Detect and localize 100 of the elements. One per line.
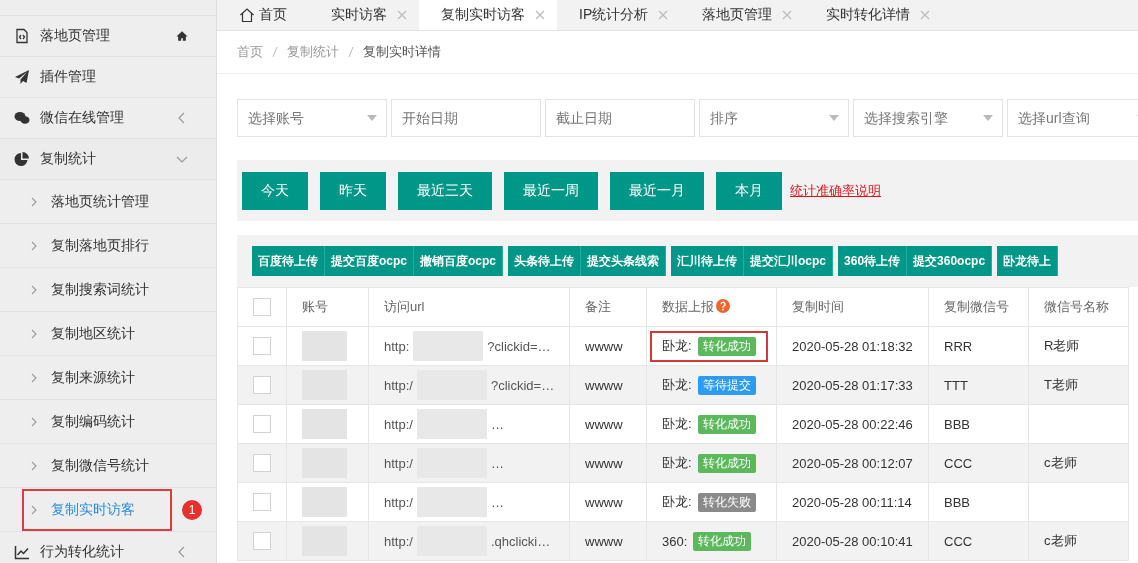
tab[interactable]: 实时转化详情 xyxy=(804,0,943,30)
table-cell: c老师 xyxy=(1044,455,1077,470)
upload-button[interactable]: 提交头条线索 xyxy=(581,246,667,276)
annotation-badge: 1 xyxy=(182,499,202,520)
column-header: 复制微信号 xyxy=(944,299,1009,314)
table-cell: BBB xyxy=(944,416,970,432)
table-cell: 2020-05-28 00:10:41 xyxy=(792,533,913,549)
url-text: ?clickid=… xyxy=(490,377,555,393)
table-cell: 2020-05-28 01:18:32 xyxy=(792,338,913,354)
date-range-button[interactable]: 最近三天 xyxy=(398,171,492,210)
accuracy-link[interactable]: 统计准确率说明 xyxy=(790,181,881,200)
close-icon[interactable] xyxy=(658,10,669,20)
slash-separator-icon xyxy=(272,46,278,58)
blurred-account xyxy=(302,487,347,517)
url-text: … xyxy=(490,494,504,510)
tab[interactable]: 复制实时访客 xyxy=(419,0,557,30)
date-field[interactable]: 截止日期 xyxy=(545,99,695,137)
date-field[interactable]: 开始日期 xyxy=(391,99,541,137)
date-range-button[interactable]: 本月 xyxy=(716,171,782,210)
upload-button[interactable]: 撤销百度ocpc xyxy=(414,246,504,276)
table-cell: BBB xyxy=(944,494,970,510)
home-icon[interactable] xyxy=(176,30,188,42)
source-label: 卧龙: xyxy=(662,376,692,394)
status-tag: 转化成功 xyxy=(693,531,752,551)
chat-bubbles-icon xyxy=(14,110,30,126)
checkbox[interactable] xyxy=(253,532,271,550)
close-icon[interactable] xyxy=(397,10,407,20)
close-icon[interactable] xyxy=(920,10,931,20)
sidebar-subitem[interactable]: 复制编码统计 xyxy=(22,400,172,443)
chevron-right-icon xyxy=(30,240,38,251)
sidebar-item[interactable]: 落地页管理 xyxy=(0,16,216,57)
checkbox[interactable] xyxy=(253,337,271,355)
breadcrumb-item[interactable]: 首页 xyxy=(237,43,263,61)
table-cell: TTT xyxy=(944,377,968,393)
breadcrumb-item[interactable]: 复制统计 xyxy=(287,43,339,61)
date-range-button[interactable]: 最近一月 xyxy=(610,171,704,210)
checkbox[interactable] xyxy=(253,415,271,433)
tab[interactable]: 落地页管理 xyxy=(680,0,805,30)
sidebar-subitem[interactable]: 复制实时访客 xyxy=(22,488,172,531)
chevron-right-icon xyxy=(30,328,38,339)
source-label: 卧龙: xyxy=(662,493,692,511)
source-label: 卧龙: xyxy=(662,454,692,472)
checkbox[interactable] xyxy=(253,376,271,394)
sidebar-subitem[interactable]: 复制落地页排行 xyxy=(22,224,172,267)
table-cell: 2020-05-28 00:22:46 xyxy=(792,416,913,432)
upload-button[interactable]: 卧龙待上 xyxy=(997,246,1059,276)
chevron-right-icon xyxy=(30,196,38,207)
source-label: 卧龙: xyxy=(662,337,692,355)
upload-button[interactable]: 提交汇川ocpc xyxy=(744,246,834,276)
dropdown-field[interactable]: 选择账号 xyxy=(237,99,387,137)
sidebar-subitem[interactable]: 复制地区统计 xyxy=(22,312,172,355)
column-header: 复制时间 xyxy=(792,299,844,314)
tab[interactable]: 首页 xyxy=(217,0,309,30)
upload-button[interactable]: 百度待上传 xyxy=(252,246,325,276)
chevron-right-icon xyxy=(30,504,38,515)
sidebar-subitem[interactable]: 复制来源统计 xyxy=(22,356,172,399)
upload-button[interactable]: 提交360ocpc xyxy=(907,246,993,276)
status-tag: 转化成功 xyxy=(697,414,756,434)
caret-icon xyxy=(829,115,839,121)
table-cell: wwww xyxy=(585,416,623,432)
home-icon xyxy=(239,7,255,23)
checkbox[interactable] xyxy=(253,493,271,511)
chevron-right-icon xyxy=(30,416,38,427)
sidebar-item[interactable]: 插件管理 xyxy=(0,57,216,98)
tab[interactable]: IP统计分析 xyxy=(557,0,681,30)
status-tag: 转化成功 xyxy=(697,336,756,356)
table-cell: 2020-05-28 00:12:07 xyxy=(792,455,913,471)
document-icon xyxy=(14,28,30,44)
dropdown-field[interactable]: 排序 xyxy=(699,99,849,137)
sidebar-subitem[interactable]: 复制微信号统计 xyxy=(22,444,172,487)
pie-chart-icon xyxy=(14,151,30,167)
table-cell: wwww xyxy=(585,377,623,393)
sidebar-subitem[interactable]: 复制搜索词统计 xyxy=(22,268,172,311)
url-text: http:/ xyxy=(384,494,413,510)
table-cell: CCC xyxy=(944,533,973,549)
url-text: ?clickid=… xyxy=(487,338,551,354)
url-text: http:/ xyxy=(384,533,413,549)
help-icon[interactable] xyxy=(716,299,730,313)
dropdown-field[interactable]: 选择url查询 xyxy=(1007,99,1138,137)
blurred-account xyxy=(302,331,347,361)
upload-button[interactable]: 汇川待上传 xyxy=(671,246,745,276)
chevron-right-icon xyxy=(30,460,38,471)
close-icon[interactable] xyxy=(535,10,545,20)
date-range-button[interactable]: 最近一周 xyxy=(504,171,598,210)
sidebar-item[interactable]: 行为转化统计 xyxy=(0,532,216,563)
tab[interactable]: 实时访客 xyxy=(309,0,419,30)
checkbox[interactable] xyxy=(253,454,271,472)
date-range-button[interactable]: 昨天 xyxy=(320,171,386,210)
table-cell: R老师 xyxy=(1044,338,1080,353)
close-icon[interactable] xyxy=(782,10,793,20)
sidebar-subitem[interactable]: 落地页统计管理 xyxy=(22,180,172,223)
checkbox[interactable] xyxy=(253,298,271,316)
upload-button[interactable]: 360待上传 xyxy=(838,246,908,276)
table-cell: CCC xyxy=(944,455,973,471)
date-range-button[interactable]: 今天 xyxy=(242,171,308,210)
url-text: http:/ xyxy=(384,416,413,432)
status-tag: 等待提交 xyxy=(697,375,756,395)
upload-button[interactable]: 头条待上传 xyxy=(508,246,582,276)
dropdown-field[interactable]: 选择搜索引擎 xyxy=(853,99,1003,137)
upload-button[interactable]: 提交百度ocpc xyxy=(325,246,414,276)
